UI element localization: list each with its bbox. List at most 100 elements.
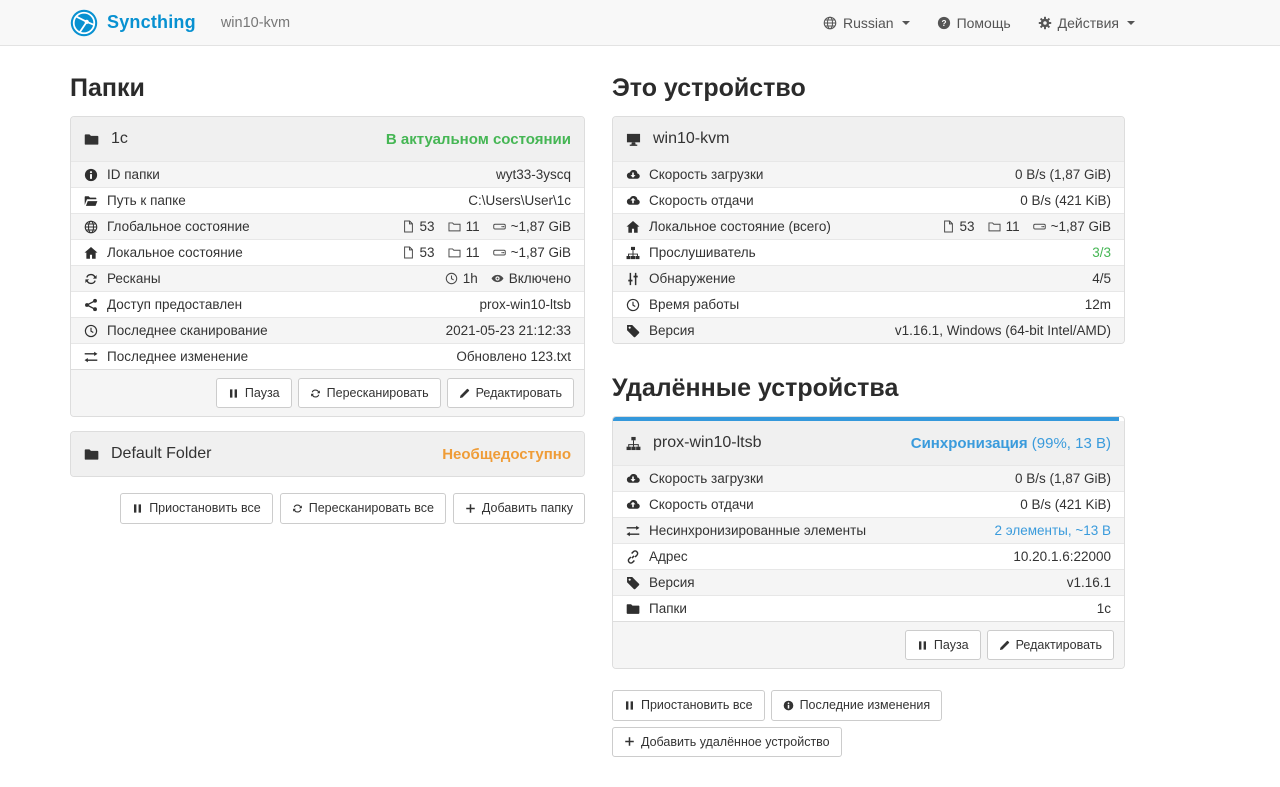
file-icon — [942, 220, 955, 233]
folder-panel-header[interactable]: 1c В актуальном состоянии — [71, 117, 584, 161]
table-row: Версия v1.16.1 — [613, 569, 1124, 595]
desktop-icon — [626, 132, 641, 147]
question-icon — [937, 16, 951, 30]
pause-device-button[interactable]: Пауза — [905, 630, 981, 660]
link-icon — [626, 550, 640, 564]
tag-icon — [626, 576, 640, 590]
pause-folder-button[interactable]: Пауза — [216, 378, 292, 408]
out-of-sync-items-link[interactable]: 2 элементы, ~13 B — [994, 523, 1111, 538]
pause-icon — [132, 503, 143, 514]
refresh-icon — [292, 503, 303, 514]
table-row: Скорость отдачи 0 B/s (421 KiB) — [613, 187, 1124, 213]
table-row: Время работы 12m — [613, 291, 1124, 317]
folder-panel-default: Default Folder Необщедоступно — [70, 431, 585, 477]
refresh-icon — [310, 388, 321, 399]
info-icon — [84, 168, 98, 182]
table-row: Обнаружение 4/5 — [613, 265, 1124, 291]
tag-icon — [626, 324, 640, 338]
folder-path-value: C:\Users\User\1c — [468, 193, 571, 208]
row-label: ID папки — [107, 167, 160, 182]
rescan-all-button[interactable]: Пересканировать все — [280, 493, 446, 523]
last-scan-value: 2021-05-23 21:12:33 — [446, 323, 571, 338]
device-panel-header[interactable]: win10-kvm — [613, 117, 1124, 161]
row-label: Скорость отдачи — [649, 193, 754, 208]
language-menu[interactable]: Russian — [823, 15, 910, 31]
address-value: 10.20.1.6:22000 — [1013, 549, 1111, 564]
cloud-upload-icon — [626, 498, 640, 512]
folder-icon — [626, 602, 640, 616]
edit-device-button[interactable]: Редактировать — [987, 630, 1114, 660]
folder-details-table: ID папки wyt33-3yscq Путь к папке C:\Use… — [71, 161, 584, 369]
pencil-icon — [459, 388, 470, 399]
download-rate-value: 0 B/s (1,87 GiB) — [1015, 471, 1111, 486]
remote-device-footer: Пауза Редактировать — [613, 621, 1124, 668]
shared-with-value: prox-win10-ltsb — [479, 297, 571, 312]
home-icon — [626, 220, 640, 234]
row-label: Ресканы — [107, 271, 161, 286]
row-label: Версия — [649, 575, 695, 590]
share-icon — [84, 298, 98, 312]
pause-icon — [228, 388, 239, 399]
rescan-folder-button[interactable]: Пересканировать — [298, 378, 441, 408]
folder-open-icon — [84, 194, 98, 208]
eye-icon — [491, 272, 504, 285]
table-row: Последнее изменение Обновлено 123.txt — [71, 343, 584, 369]
folder-name: Default Folder — [111, 445, 212, 463]
upload-rate-value: 0 B/s (421 KiB) — [1020, 193, 1111, 208]
cloud-upload-icon — [626, 194, 640, 208]
pause-all-folders-button[interactable]: Приостановить все — [120, 493, 273, 523]
table-row: Локальное состояние (всего) 53 11 ~1,87 … — [613, 213, 1124, 239]
folder-panel-footer: Пауза Пересканировать Редактировать — [71, 369, 584, 416]
sitemap-icon — [626, 246, 640, 260]
remote-device-header[interactable]: prox-win10-ltsb Синхронизация (99%, 13 B… — [613, 421, 1124, 465]
recent-changes-button[interactable]: Последние изменения — [771, 690, 943, 720]
table-row: Путь к папке C:\Users\User\1c — [71, 187, 584, 213]
device-details-table: Скорость загрузки 0 B/s (1,87 GiB) Скоро… — [613, 161, 1124, 343]
row-label: Адрес — [649, 549, 688, 564]
gear-icon — [1038, 16, 1052, 30]
this-device-heading: Это устройство — [612, 74, 1125, 103]
pause-all-devices-button[interactable]: Приостановить все — [612, 690, 765, 720]
caret-down-icon — [902, 21, 910, 25]
pause-icon — [624, 700, 635, 711]
navbar: Syncthing win10-kvm Russian Помощь Дейст… — [0, 0, 1280, 46]
hdd-icon — [493, 220, 506, 233]
device-name: win10-kvm — [653, 130, 729, 148]
add-remote-device-button[interactable]: Добавить удалённое устройство — [612, 727, 842, 757]
folder-panel-header[interactable]: Default Folder Необщедоступно — [71, 432, 584, 476]
sitemap-icon — [626, 436, 641, 451]
folder-outline-icon — [988, 220, 1001, 233]
file-icon — [402, 220, 415, 233]
actions-menu[interactable]: Действия — [1038, 15, 1135, 31]
actions-label: Действия — [1058, 15, 1119, 31]
remote-device-details-table: Скорость загрузки 0 B/s (1,87 GiB) Скоро… — [613, 465, 1124, 621]
remote-device-panel: prox-win10-ltsb Синхронизация (99%, 13 B… — [612, 416, 1125, 669]
folder-panel-1c: 1c В актуальном состоянии ID папки wyt33… — [70, 116, 585, 417]
pencil-icon — [999, 640, 1010, 651]
folder-icon — [84, 132, 99, 147]
table-row: ID папки wyt33-3yscq — [71, 161, 584, 187]
help-label: Помощь — [957, 15, 1011, 31]
row-label: Скорость загрузки — [649, 471, 763, 486]
folders-value: 1c — [1097, 601, 1111, 616]
syncthing-brand[interactable]: Syncthing — [70, 9, 196, 37]
listeners-value: 3/3 — [1092, 245, 1111, 260]
local-state-total-value: 53 11 ~1,87 GiB — [942, 219, 1111, 234]
help-menu[interactable]: Помощь — [937, 15, 1011, 31]
row-label: Глобальное состояние — [107, 219, 250, 234]
this-device-panel: win10-kvm Скорость загрузки 0 B/s (1,87 … — [612, 116, 1125, 344]
refresh-icon — [84, 272, 98, 286]
discovery-value: 4/5 — [1092, 271, 1111, 286]
row-label: Версия — [649, 323, 695, 338]
table-row: Прослушиватель 3/3 — [613, 239, 1124, 265]
clock-icon — [626, 298, 640, 312]
add-folder-button[interactable]: Добавить папку — [453, 493, 585, 523]
folder-status-badge: В актуальном состоянии — [386, 131, 571, 148]
row-label: Путь к папке — [107, 193, 186, 208]
language-label: Russian — [843, 15, 894, 31]
edit-folder-button[interactable]: Редактировать — [447, 378, 574, 408]
device-title: win10-kvm — [221, 15, 290, 31]
row-label: Время работы — [649, 297, 739, 312]
table-row: Скорость загрузки 0 B/s (1,87 GiB) — [613, 465, 1124, 491]
folder-id-value: wyt33-3yscq — [496, 167, 571, 182]
